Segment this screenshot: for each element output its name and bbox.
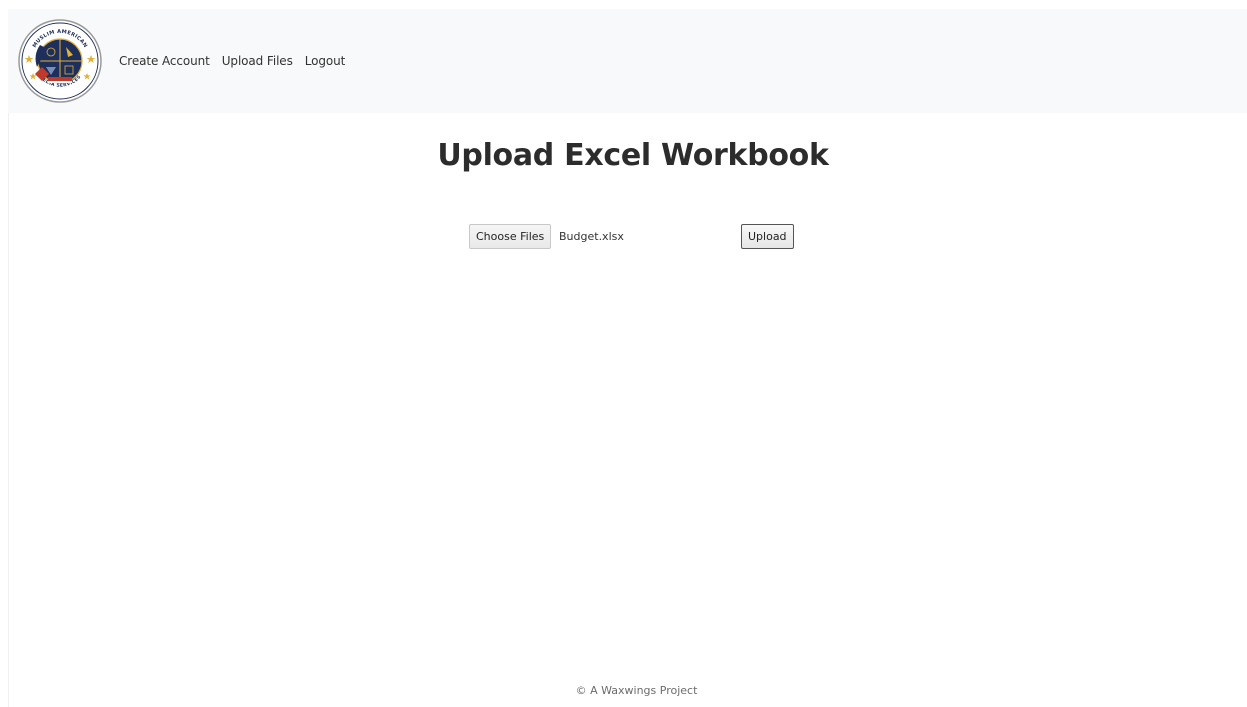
upload-form: Choose Files Budget.xlsx Upload	[469, 224, 809, 250]
seal-logo-icon: MUSLIM AMERICAN MEDIA SERVICES	[18, 19, 102, 103]
page-divider	[8, 113, 9, 707]
upload-button[interactable]: Upload	[741, 224, 794, 249]
selected-file-name: Budget.xlsx	[559, 230, 624, 243]
logo-link[interactable]: MUSLIM AMERICAN MEDIA SERVICES	[8, 19, 102, 103]
main-content: Upload Excel Workbook Choose Files Budge…	[8, 113, 1247, 673]
nav-links: Create Account Upload Files Logout	[119, 54, 357, 68]
nav-link-upload-files[interactable]: Upload Files	[222, 54, 293, 68]
choose-files-button[interactable]: Choose Files	[469, 224, 552, 249]
nav-link-create-account[interactable]: Create Account	[119, 54, 210, 68]
page: MUSLIM AMERICAN MEDIA SERVICES	[0, 0, 1247, 707]
page-title: Upload Excel Workbook	[437, 138, 829, 173]
footer: © A Waxwings Project	[8, 673, 1247, 707]
navbar: MUSLIM AMERICAN MEDIA SERVICES	[8, 9, 1247, 113]
footer-text: © A Waxwings Project	[575, 683, 698, 697]
nav-link-logout[interactable]: Logout	[305, 54, 346, 68]
